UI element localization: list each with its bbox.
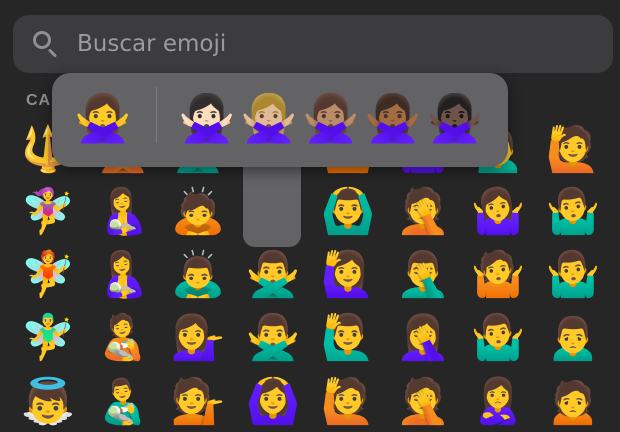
emoji-key[interactable]: 🙎‍♀️ xyxy=(468,372,528,432)
emoji-grid: 🔱🙅🙅‍♂️🙇🙆🤷‍♀️🙍‍♂️🙋🧚‍♀️🤱🙇🙆‍♂️🤦🤷‍♀️🤷‍♂️🧚🤱🙇‍… xyxy=(0,0,620,424)
emoji-key[interactable]: 🙆‍♂️ xyxy=(318,182,378,242)
emoji-key[interactable]: 🙍 xyxy=(543,372,603,432)
default-variant[interactable]: 🙅‍♀️ xyxy=(72,87,134,149)
emoji-key[interactable]: 🤷‍♂️ xyxy=(468,308,528,368)
skin-tone-variant[interactable]: 🙅🏿‍♀️ xyxy=(424,87,486,149)
emoji-key[interactable]: 👨‍🍼 xyxy=(93,372,153,432)
skin-tone-variant[interactable]: 🙅🏼‍♀️ xyxy=(238,87,300,149)
skin-tone-variant[interactable]: 🙅🏻‍♀️ xyxy=(176,87,238,149)
emoji-key[interactable]: 🧚‍♂️ xyxy=(18,308,78,368)
emoji-key[interactable]: 💁‍♀️ xyxy=(168,308,228,368)
emoji-key[interactable]: 🤦‍♀️ xyxy=(393,308,453,368)
emoji-key[interactable]: 🧚 xyxy=(18,245,78,305)
emoji-key[interactable]: 🤦 xyxy=(393,372,453,432)
emoji-key[interactable]: 🤱 xyxy=(93,182,153,242)
skin-tone-popup: 🙅‍♀️ 🙅🏻‍♀️ 🙅🏼‍♀️ 🙅🏽‍♀️ 🙅🏾‍♀️ 🙅🏿‍♀️ xyxy=(52,73,508,167)
emoji-key[interactable]: 💁 xyxy=(168,372,228,432)
emoji-key[interactable]: 🙅‍♂️ xyxy=(243,245,303,305)
emoji-key[interactable]: 🙇 xyxy=(168,182,228,242)
emoji-key[interactable]: 🤷‍♂️ xyxy=(543,245,603,305)
emoji-key[interactable]: 🙋‍♂️ xyxy=(318,308,378,368)
emoji-key[interactable]: 🙋 xyxy=(318,372,378,432)
emoji-key[interactable]: 🙇‍♂️ xyxy=(168,245,228,305)
emoji-key[interactable]: 🤦‍♂️ xyxy=(393,245,453,305)
emoji-key[interactable]: 🙆‍♀️ xyxy=(243,372,303,432)
emoji-key[interactable]: 🙋 xyxy=(543,120,603,180)
emoji-key[interactable]: 🧚‍♀️ xyxy=(18,182,78,242)
emoji-key[interactable]: 🧑‍🍼 xyxy=(93,308,153,368)
emoji-key[interactable]: 👼 xyxy=(18,372,78,432)
emoji-key[interactable]: 🙅‍♂️ xyxy=(243,308,303,368)
skin-tone-variant[interactable]: 🙅🏽‍♀️ xyxy=(300,87,362,149)
emoji-key[interactable]: 🤷‍♀️ xyxy=(468,182,528,242)
emoji-key[interactable]: 🤦 xyxy=(393,182,453,242)
emoji-key[interactable]: 🤷 xyxy=(468,245,528,305)
emoji-key[interactable]: 🙋‍♀️ xyxy=(318,245,378,305)
emoji-key[interactable]: 🤷‍♂️ xyxy=(543,182,603,242)
popup-tail xyxy=(243,160,301,247)
popup-divider xyxy=(156,87,157,143)
emoji-key[interactable]: 🤱 xyxy=(93,245,153,305)
emoji-key[interactable]: 🙍‍♂️ xyxy=(543,308,603,368)
skin-tone-variant[interactable]: 🙅🏾‍♀️ xyxy=(362,87,424,149)
